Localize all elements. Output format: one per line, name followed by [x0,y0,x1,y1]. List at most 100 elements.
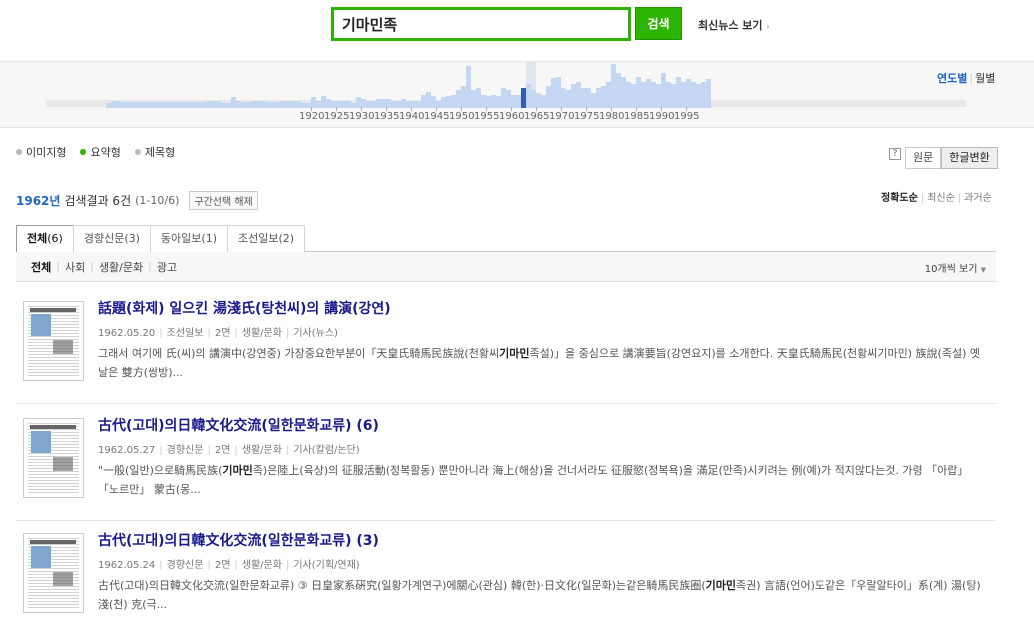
display-mode-option[interactable]: 이미지형 [16,144,66,160]
axis-tick-label: 1990 [649,111,675,122]
result-item: 話題(화제) 일으킨 湯淺氏(탕천씨)의 講演(강연) 1962.05.20 | 조선… [16,287,996,404]
tab-source[interactable]: 동아일보(1) [149,225,228,252]
sort-option[interactable]: 정확도순 [881,193,918,204]
tab-label: 조선일보 [238,232,279,245]
meta-section: 생활/문화 [241,560,282,571]
display-mode-label: 이미지형 [26,146,67,159]
result-range: (1-10/6) [135,194,180,207]
display-mode-label: 요약형 [90,146,121,159]
lang-tab[interactable]: 한글변환 [941,147,998,169]
result-item: 古代(고대)의日韓文化交流(일한문화교류) (3) 1962.05.24 | 경향신문… [16,519,996,626]
axis-tick-label: 1950 [449,111,475,122]
result-meta: 1962.05.27 | 경향신문 | 2면 | 생활/문화 | 기사(칼럼/논단) [98,441,360,456]
newspaper-thumbnail[interactable] [23,418,84,498]
search-button[interactable]: 검색 [635,7,682,40]
histogram-bars[interactable] [0,62,1034,108]
text-language-tabs: 원문 한글변환 [905,147,998,169]
axis-tick-label: 1955 [474,111,500,122]
divider: | [969,72,974,85]
meta-paper: 조선일보 [166,328,204,339]
latest-news-label: 최신뉴스 보기 [698,19,763,32]
histogram-bar-1999[interactable] [706,79,711,108]
search-box[interactable] [331,7,631,41]
category-filter[interactable]: 광고 [157,259,177,275]
tab-count: (1) [201,232,217,245]
category-filter[interactable]: 전체 [31,259,51,275]
thumbnail-headline [30,308,76,312]
help-icon[interactable]: ? [889,148,901,160]
radio-dot-icon [16,149,22,155]
newspaper-tabs: 전체(6) 경향신문(3) 동아일보(1) 조선일보(2) [16,225,996,253]
tab-count: (6) [47,232,63,245]
meta-type: 기사(기획/연재) [293,560,360,571]
snippet-text: "一般(일반)으로騎馬民族( [98,464,223,477]
result-title[interactable]: 古代(고대)의日韓文化交流(일한문화교류) (3) [98,530,379,550]
snippet-highlight: 기마민 [222,464,253,477]
meta-type: 기사(칼럼/논단) [293,445,360,456]
tab-count: (2) [278,232,295,245]
year-histogram[interactable]: 1920 1925 1930 1935 1940 1945 1950 1955 1960 1965… [0,62,1034,128]
category-filters: 전체 | 사회 | 생활/문화 | 광고 [31,259,177,275]
divider: | [90,260,94,273]
lang-tab[interactable]: 원문 [905,147,942,169]
meta-page: 2면 [214,445,231,456]
result-summary: 1962년 검색결과 6건 (1-10/6) 구간선택 해제 [16,191,258,210]
clear-range-button[interactable]: 구간선택 해제 [189,191,258,210]
divider: | [207,445,211,456]
search-input[interactable] [334,10,628,38]
selected-year: 1962년 [16,194,61,208]
thumbnail-photo [31,314,51,336]
axis-tick-label: 1975 [574,111,600,122]
divider: | [56,260,60,273]
divider: | [285,445,290,456]
newspaper-thumbnail[interactable] [23,301,84,381]
divider: | [159,445,163,456]
divider: | [285,560,290,571]
axis-tick-label: 1940 [399,111,425,122]
result-meta: 1962.05.24 | 경향신문 | 2면 | 생활/문화 | 기사(기획/연재) [98,556,360,571]
meta-paper: 경향신문 [166,445,204,456]
result-meta: 1962.05.20 | 조선일보 | 2면 | 생활/문화 | 기사(뉴스) [98,324,338,339]
axis-tick-label: 1930 [349,111,375,122]
divider: | [207,328,211,339]
divider: | [159,560,163,571]
meta-date: 1962.05.27 [98,445,156,456]
tab-count: (3) [124,232,140,245]
meta-paper: 경향신문 [166,560,204,571]
view-by-month-link[interactable]: 월별 [975,72,995,85]
result-title[interactable]: 話題(화제) 일으킨 湯淺氏(탕천씨)의 講演(강연) [98,298,391,318]
thumbnail-photo [31,431,51,453]
sort-option[interactable]: 과거순 [964,193,992,204]
view-by-year-link[interactable]: 연도별 [937,72,967,85]
axis-tick-label: 1945 [424,111,450,122]
snippet-text: 古代(고대)의日韓文化交流(일한문화교류) ③ 日皇家系硏究(일황가계연구)에關… [98,579,706,592]
divider: | [234,560,238,571]
per-page-select[interactable]: 10개씩 보기 ▼ [925,260,986,275]
per-page-label: 10개씩 보기 [924,264,978,275]
axis-tick-label: 1935 [374,111,400,122]
meta-section: 생활/문화 [241,445,282,456]
axis-tick-label: 1925 [324,111,350,122]
divider: | [207,560,211,571]
axis-tick-label: 1970 [549,111,575,122]
snippet-highlight: 기마민 [499,347,530,360]
histogram-view-toggle: 연도별 | 월별 [937,70,995,86]
tab-source[interactable]: 조선일보(2) [227,225,306,252]
axis-tick-label: 1980 [599,111,625,122]
newspaper-thumbnail[interactable] [23,533,84,613]
category-filter[interactable]: 생활/문화 [99,259,143,275]
display-mode-label: 제목형 [144,146,176,159]
category-filter[interactable]: 사회 [65,259,85,275]
meta-page: 2면 [214,560,231,571]
sort-option[interactable]: 최신순 [927,193,955,204]
axis-tick-label: 1995 [674,111,700,122]
display-mode-option[interactable]: 요약형 [80,144,121,160]
tab-source[interactable]: 전체(6) [16,225,74,253]
tab-source[interactable]: 경향신문(3) [72,225,151,252]
latest-news-link[interactable]: 최신뉴스 보기 › [698,17,770,33]
result-count: 검색결과 6건 [64,194,132,208]
result-title[interactable]: 古代(고대)의日韓文化交流(일한문화교류) (6) [98,415,379,435]
divider: | [234,328,238,339]
display-mode-option[interactable]: 제목형 [134,144,176,160]
axis-tick-label: 1960 [499,111,525,122]
